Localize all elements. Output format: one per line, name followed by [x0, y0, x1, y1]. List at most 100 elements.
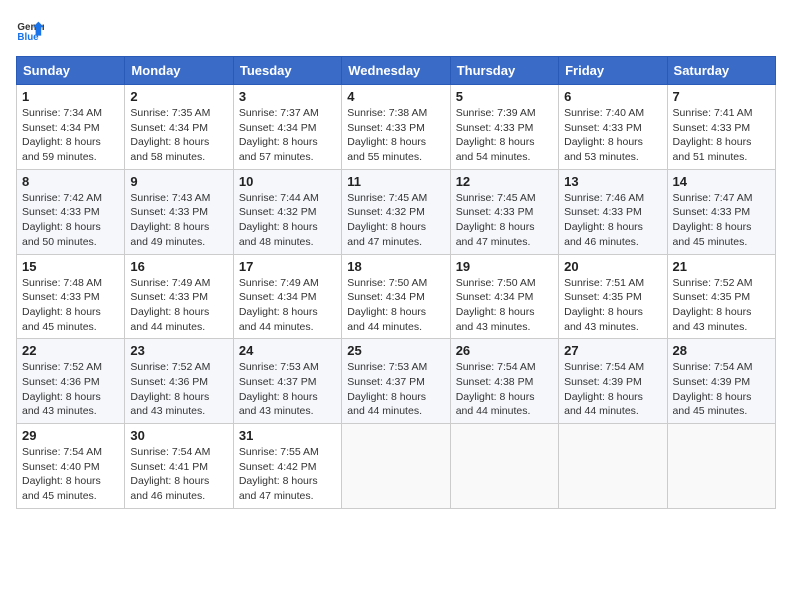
daylight-label: Daylight: 8 hours and 47 minutes.: [347, 221, 426, 248]
day-info: Sunrise: 7:40 AM Sunset: 4:33 PM Dayligh…: [564, 106, 661, 165]
daylight-label: Daylight: 8 hours and 48 minutes.: [239, 221, 318, 248]
sunrise-label: Sunrise: 7:53 AM: [239, 361, 319, 373]
sunset-label: Sunset: 4:33 PM: [673, 206, 751, 218]
daylight-label: Daylight: 8 hours and 43 minutes.: [239, 391, 318, 418]
sunset-label: Sunset: 4:34 PM: [130, 122, 208, 134]
calendar-cell: 28 Sunrise: 7:54 AM Sunset: 4:39 PM Dayl…: [667, 339, 775, 424]
sunrise-label: Sunrise: 7:42 AM: [22, 192, 102, 204]
sunset-label: Sunset: 4:37 PM: [239, 376, 317, 388]
day-info: Sunrise: 7:52 AM Sunset: 4:36 PM Dayligh…: [130, 360, 227, 419]
calendar-cell: 14 Sunrise: 7:47 AM Sunset: 4:33 PM Dayl…: [667, 169, 775, 254]
day-info: Sunrise: 7:52 AM Sunset: 4:35 PM Dayligh…: [673, 276, 770, 335]
sunrise-label: Sunrise: 7:50 AM: [456, 277, 536, 289]
day-info: Sunrise: 7:49 AM Sunset: 4:33 PM Dayligh…: [130, 276, 227, 335]
sunrise-label: Sunrise: 7:44 AM: [239, 192, 319, 204]
sunrise-label: Sunrise: 7:54 AM: [22, 446, 102, 458]
daylight-label: Daylight: 8 hours and 59 minutes.: [22, 136, 101, 163]
daylight-label: Daylight: 8 hours and 45 minutes.: [22, 475, 101, 502]
day-number: 25: [347, 343, 444, 358]
daylight-label: Daylight: 8 hours and 44 minutes.: [456, 391, 535, 418]
sunset-label: Sunset: 4:41 PM: [130, 461, 208, 473]
calendar-cell: 7 Sunrise: 7:41 AM Sunset: 4:33 PM Dayli…: [667, 85, 775, 170]
daylight-label: Daylight: 8 hours and 46 minutes.: [130, 475, 209, 502]
calendar-cell: 19 Sunrise: 7:50 AM Sunset: 4:34 PM Dayl…: [450, 254, 558, 339]
day-info: Sunrise: 7:51 AM Sunset: 4:35 PM Dayligh…: [564, 276, 661, 335]
day-number: 24: [239, 343, 336, 358]
daylight-label: Daylight: 8 hours and 44 minutes.: [239, 306, 318, 333]
day-number: 9: [130, 174, 227, 189]
sunrise-label: Sunrise: 7:53 AM: [347, 361, 427, 373]
day-info: Sunrise: 7:50 AM Sunset: 4:34 PM Dayligh…: [347, 276, 444, 335]
sunset-label: Sunset: 4:33 PM: [130, 291, 208, 303]
calendar-cell: 30 Sunrise: 7:54 AM Sunset: 4:41 PM Dayl…: [125, 424, 233, 509]
calendar-cell: 4 Sunrise: 7:38 AM Sunset: 4:33 PM Dayli…: [342, 85, 450, 170]
sunrise-label: Sunrise: 7:52 AM: [130, 361, 210, 373]
calendar-cell: [559, 424, 667, 509]
sunset-label: Sunset: 4:33 PM: [347, 122, 425, 134]
day-info: Sunrise: 7:54 AM Sunset: 4:41 PM Dayligh…: [130, 445, 227, 504]
daylight-label: Daylight: 8 hours and 43 minutes.: [22, 391, 101, 418]
daylight-label: Daylight: 8 hours and 45 minutes.: [673, 391, 752, 418]
sunset-label: Sunset: 4:33 PM: [564, 206, 642, 218]
calendar-cell: 22 Sunrise: 7:52 AM Sunset: 4:36 PM Dayl…: [17, 339, 125, 424]
day-info: Sunrise: 7:50 AM Sunset: 4:34 PM Dayligh…: [456, 276, 553, 335]
day-info: Sunrise: 7:53 AM Sunset: 4:37 PM Dayligh…: [239, 360, 336, 419]
calendar-cell: 12 Sunrise: 7:45 AM Sunset: 4:33 PM Dayl…: [450, 169, 558, 254]
day-number: 16: [130, 259, 227, 274]
daylight-label: Daylight: 8 hours and 51 minutes.: [673, 136, 752, 163]
daylight-label: Daylight: 8 hours and 44 minutes.: [347, 306, 426, 333]
day-info: Sunrise: 7:45 AM Sunset: 4:33 PM Dayligh…: [456, 191, 553, 250]
calendar-cell: 2 Sunrise: 7:35 AM Sunset: 4:34 PM Dayli…: [125, 85, 233, 170]
day-info: Sunrise: 7:45 AM Sunset: 4:32 PM Dayligh…: [347, 191, 444, 250]
day-info: Sunrise: 7:47 AM Sunset: 4:33 PM Dayligh…: [673, 191, 770, 250]
daylight-label: Daylight: 8 hours and 57 minutes.: [239, 136, 318, 163]
day-number: 20: [564, 259, 661, 274]
sunrise-label: Sunrise: 7:38 AM: [347, 107, 427, 119]
sunrise-label: Sunrise: 7:40 AM: [564, 107, 644, 119]
day-header-sunday: Sunday: [17, 57, 125, 85]
sunrise-label: Sunrise: 7:45 AM: [456, 192, 536, 204]
daylight-label: Daylight: 8 hours and 45 minutes.: [673, 221, 752, 248]
sunrise-label: Sunrise: 7:48 AM: [22, 277, 102, 289]
calendar-cell: 27 Sunrise: 7:54 AM Sunset: 4:39 PM Dayl…: [559, 339, 667, 424]
daylight-label: Daylight: 8 hours and 55 minutes.: [347, 136, 426, 163]
day-number: 17: [239, 259, 336, 274]
day-number: 26: [456, 343, 553, 358]
daylight-label: Daylight: 8 hours and 44 minutes.: [130, 306, 209, 333]
calendar-cell: 26 Sunrise: 7:54 AM Sunset: 4:38 PM Dayl…: [450, 339, 558, 424]
day-number: 31: [239, 428, 336, 443]
sunset-label: Sunset: 4:32 PM: [239, 206, 317, 218]
sunset-label: Sunset: 4:33 PM: [456, 206, 534, 218]
day-header-tuesday: Tuesday: [233, 57, 341, 85]
sunset-label: Sunset: 4:34 PM: [456, 291, 534, 303]
sunset-label: Sunset: 4:39 PM: [673, 376, 751, 388]
daylight-label: Daylight: 8 hours and 43 minutes.: [673, 306, 752, 333]
daylight-label: Daylight: 8 hours and 47 minutes.: [239, 475, 318, 502]
calendar-cell: 8 Sunrise: 7:42 AM Sunset: 4:33 PM Dayli…: [17, 169, 125, 254]
sunrise-label: Sunrise: 7:39 AM: [456, 107, 536, 119]
logo-icon: General Blue: [16, 16, 44, 44]
sunset-label: Sunset: 4:32 PM: [347, 206, 425, 218]
day-info: Sunrise: 7:53 AM Sunset: 4:37 PM Dayligh…: [347, 360, 444, 419]
calendar-cell: 23 Sunrise: 7:52 AM Sunset: 4:36 PM Dayl…: [125, 339, 233, 424]
sunrise-label: Sunrise: 7:47 AM: [673, 192, 753, 204]
sunrise-label: Sunrise: 7:51 AM: [564, 277, 644, 289]
sunset-label: Sunset: 4:42 PM: [239, 461, 317, 473]
day-number: 7: [673, 89, 770, 104]
calendar-cell: 21 Sunrise: 7:52 AM Sunset: 4:35 PM Dayl…: [667, 254, 775, 339]
calendar-cell: 29 Sunrise: 7:54 AM Sunset: 4:40 PM Dayl…: [17, 424, 125, 509]
sunset-label: Sunset: 4:33 PM: [130, 206, 208, 218]
day-number: 10: [239, 174, 336, 189]
daylight-label: Daylight: 8 hours and 43 minutes.: [456, 306, 535, 333]
day-info: Sunrise: 7:48 AM Sunset: 4:33 PM Dayligh…: [22, 276, 119, 335]
sunrise-label: Sunrise: 7:35 AM: [130, 107, 210, 119]
calendar-cell: 3 Sunrise: 7:37 AM Sunset: 4:34 PM Dayli…: [233, 85, 341, 170]
day-number: 15: [22, 259, 119, 274]
daylight-label: Daylight: 8 hours and 50 minutes.: [22, 221, 101, 248]
sunset-label: Sunset: 4:34 PM: [22, 122, 100, 134]
calendar-cell: 20 Sunrise: 7:51 AM Sunset: 4:35 PM Dayl…: [559, 254, 667, 339]
daylight-label: Daylight: 8 hours and 44 minutes.: [347, 391, 426, 418]
day-number: 6: [564, 89, 661, 104]
calendar-cell: 1 Sunrise: 7:34 AM Sunset: 4:34 PM Dayli…: [17, 85, 125, 170]
day-number: 30: [130, 428, 227, 443]
